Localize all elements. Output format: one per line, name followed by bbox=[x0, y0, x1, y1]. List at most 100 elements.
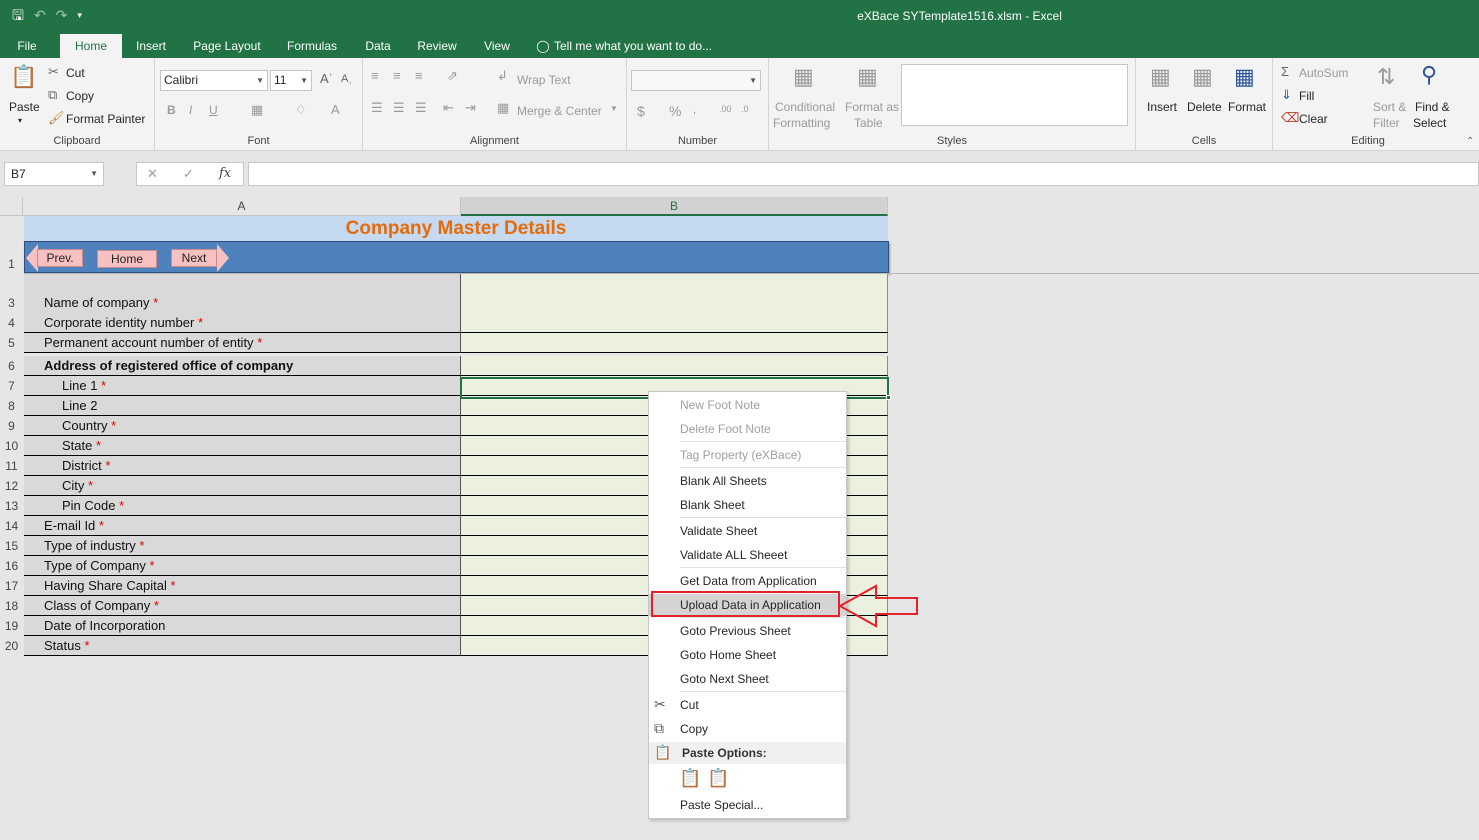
tab-view[interactable]: View bbox=[474, 34, 520, 58]
tell-me-search[interactable]: Tell me what you want to do... bbox=[554, 34, 724, 58]
field-label-cell[interactable]: City * bbox=[24, 476, 461, 496]
fill-color-icon[interactable]: ♢ bbox=[295, 102, 307, 118]
borders-icon[interactable]: ▦ bbox=[251, 102, 263, 118]
chevron-down-icon[interactable]: ▼ bbox=[610, 104, 618, 113]
orientation-icon[interactable]: ⇗ bbox=[447, 68, 458, 84]
shrink-font-icon[interactable]: Aˌ bbox=[341, 73, 352, 85]
column-header-a[interactable]: A bbox=[23, 197, 461, 216]
format-button[interactable]: Format bbox=[1228, 100, 1266, 114]
menu-blank-all-sheets[interactable]: Blank All Sheets bbox=[649, 470, 846, 492]
row-header-18[interactable]: 18 bbox=[0, 599, 23, 613]
menu-tag-property[interactable]: Tag Property (eXBace) bbox=[649, 444, 846, 466]
menu-blank-sheet[interactable]: Blank Sheet bbox=[649, 494, 846, 516]
field-label-cell[interactable]: Class of Company * bbox=[24, 596, 461, 616]
field-label-cell[interactable]: Corporate identity number * bbox=[24, 313, 461, 333]
field-label-cell[interactable]: Line 2 bbox=[24, 396, 461, 416]
menu-get-data[interactable]: Get Data from Application bbox=[649, 570, 846, 592]
field-label-cell[interactable]: Pin Code * bbox=[24, 496, 461, 516]
row-header-7[interactable]: 7 bbox=[0, 379, 23, 393]
row-header-20[interactable]: 20 bbox=[0, 639, 23, 653]
menu-goto-home-sheet[interactable]: Goto Home Sheet bbox=[649, 644, 846, 666]
collapse-ribbon-icon[interactable]: ⌃ bbox=[1466, 136, 1474, 147]
field-label-cell[interactable]: State * bbox=[24, 436, 461, 456]
row-header-19[interactable]: 19 bbox=[0, 619, 23, 633]
fill-handle[interactable] bbox=[886, 395, 891, 400]
home-button[interactable]: Home bbox=[97, 250, 157, 268]
menu-delete-foot-note[interactable]: Delete Foot Note bbox=[649, 418, 846, 440]
menu-validate-all-sheets[interactable]: Validate ALL Sheeet bbox=[649, 544, 846, 566]
enter-icon[interactable]: ✓ bbox=[183, 166, 194, 182]
currency-button[interactable]: $ bbox=[637, 103, 645, 119]
align-right-icon[interactable]: ☰ bbox=[415, 100, 427, 116]
field-label-cell[interactable]: Country * bbox=[24, 416, 461, 436]
font-name-combo[interactable]: Calibri ▼ bbox=[160, 70, 268, 91]
tab-formulas[interactable]: Formulas bbox=[278, 34, 346, 58]
tab-home[interactable]: Home bbox=[60, 34, 122, 58]
decrease-decimal-icon[interactable]: .0 bbox=[741, 104, 749, 114]
name-box[interactable]: B7 ▼ bbox=[4, 162, 104, 186]
field-label-cell[interactable]: Having Share Capital * bbox=[24, 576, 461, 596]
align-left-icon[interactable]: ☰ bbox=[371, 100, 383, 116]
row-header-17[interactable]: 17 bbox=[0, 579, 23, 593]
menu-cut[interactable]: Cut bbox=[649, 694, 846, 716]
sort-filter-button[interactable]: Sort & bbox=[1373, 100, 1406, 114]
column-header-b[interactable]: B bbox=[461, 197, 888, 216]
autosum-button[interactable]: AutoSum bbox=[1299, 66, 1348, 80]
select-all-corner[interactable] bbox=[0, 197, 23, 216]
underline-button[interactable]: U bbox=[209, 103, 218, 117]
field-value-cell[interactable] bbox=[461, 274, 888, 314]
cut-button[interactable]: Cut bbox=[66, 66, 85, 80]
tab-data[interactable]: Data bbox=[356, 34, 400, 58]
menu-validate-sheet[interactable]: Validate Sheet bbox=[649, 520, 846, 542]
tab-insert[interactable]: Insert bbox=[126, 34, 176, 58]
menu-new-foot-note[interactable]: New Foot Note bbox=[649, 394, 846, 416]
field-label-cell[interactable]: Status * bbox=[24, 636, 461, 656]
row-header-15[interactable]: 15 bbox=[0, 539, 23, 553]
field-label-cell[interactable]: Type of industry * bbox=[24, 536, 461, 556]
grow-font-icon[interactable]: Aˈ bbox=[320, 71, 333, 86]
number-format-combo[interactable]: ▼ bbox=[631, 70, 761, 91]
field-label-cell[interactable]: Date of Incorporation bbox=[24, 616, 461, 636]
increase-decimal-icon[interactable]: .00 bbox=[719, 104, 732, 114]
menu-paste-special[interactable]: Paste Special... bbox=[649, 794, 846, 816]
row-header-3[interactable]: 3 bbox=[0, 296, 23, 310]
conditional-formatting-button[interactable]: Conditional bbox=[775, 100, 835, 114]
find-select-button[interactable]: Find & bbox=[1415, 100, 1450, 114]
row-header-5[interactable]: 5 bbox=[0, 336, 23, 350]
tab-page-layout[interactable]: Page Layout bbox=[186, 34, 268, 58]
font-color-icon[interactable]: A bbox=[331, 102, 340, 117]
increase-indent-icon[interactable]: ⇥ bbox=[465, 100, 476, 116]
merge-center-button[interactable]: Merge & Center bbox=[517, 104, 602, 118]
prev-button[interactable]: Prev. bbox=[37, 249, 83, 267]
decrease-indent-icon[interactable]: ⇤ bbox=[443, 100, 454, 116]
row-header-1[interactable]: 1 bbox=[0, 257, 23, 271]
menu-goto-previous-sheet[interactable]: Goto Previous Sheet bbox=[649, 620, 846, 642]
row-header-9[interactable]: 9 bbox=[0, 419, 23, 433]
field-label-cell[interactable]: District * bbox=[24, 456, 461, 476]
menu-goto-next-sheet[interactable]: Goto Next Sheet bbox=[649, 668, 846, 690]
font-size-combo[interactable]: 11 ▼ bbox=[270, 70, 312, 91]
paste-button[interactable]: Paste bbox=[9, 100, 40, 114]
paste-dropdown-icon[interactable]: ▾ bbox=[18, 116, 22, 125]
delete-button[interactable]: Delete bbox=[1187, 100, 1222, 114]
row-header-16[interactable]: 16 bbox=[0, 559, 23, 573]
field-label-cell[interactable]: Name of company * bbox=[24, 274, 461, 314]
row-header-4[interactable]: 4 bbox=[0, 316, 23, 330]
align-center-icon[interactable]: ☰ bbox=[393, 100, 405, 116]
tab-file[interactable]: File bbox=[6, 34, 48, 58]
field-value-cell[interactable] bbox=[461, 313, 888, 333]
italic-button[interactable]: I bbox=[189, 103, 192, 117]
row-header-11[interactable]: 11 bbox=[0, 459, 23, 473]
field-label-cell[interactable]: Type of Company * bbox=[24, 556, 461, 576]
bold-button[interactable]: B bbox=[167, 103, 176, 117]
paste-formatting-icon[interactable]: 📋 bbox=[679, 768, 701, 789]
menu-copy[interactable]: Copy bbox=[649, 718, 846, 740]
cancel-icon[interactable]: ✕ bbox=[147, 166, 158, 182]
comma-style-icon[interactable]: , bbox=[693, 104, 696, 116]
copy-button[interactable]: Copy bbox=[66, 89, 94, 103]
row-header-14[interactable]: 14 bbox=[0, 519, 23, 533]
field-label-cell[interactable]: E-mail Id * bbox=[24, 516, 461, 536]
paste-icon[interactable]: 📋 bbox=[10, 64, 37, 90]
align-middle-icon[interactable]: ≡ bbox=[393, 68, 401, 83]
percent-button[interactable]: % bbox=[669, 103, 681, 119]
